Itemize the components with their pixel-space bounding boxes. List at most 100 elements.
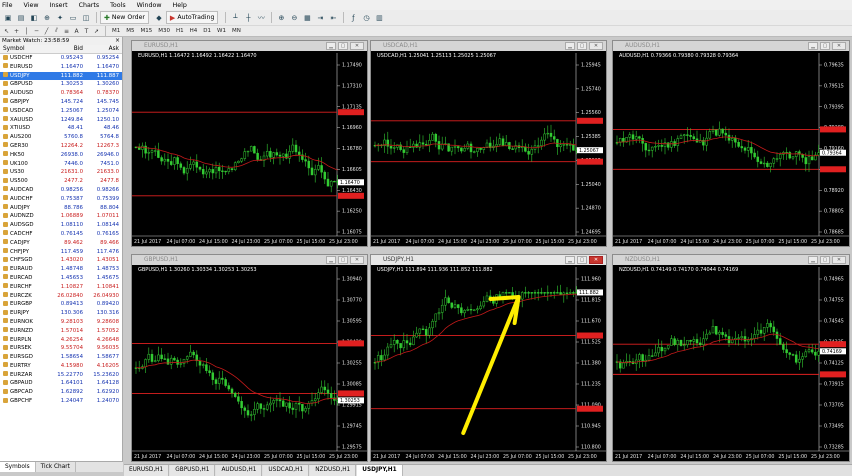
- text-icon[interactable]: A: [72, 27, 81, 36]
- timeframe-m30[interactable]: M30: [155, 28, 173, 34]
- arrow-tool-icon[interactable]: ➚: [92, 27, 101, 36]
- symbol-column-header[interactable]: Symbol: [0, 45, 48, 53]
- maximize-icon[interactable]: ▢: [338, 42, 348, 50]
- tab-tick-chart[interactable]: Tick Chart: [36, 462, 76, 472]
- timeframe-m1[interactable]: M1: [109, 28, 123, 34]
- market-watch-row[interactable]: CADJPY 89.462 89.466: [0, 239, 122, 248]
- market-watch-row[interactable]: GBPUSD 1.30253 1.30260: [0, 80, 122, 89]
- menu-help[interactable]: Help: [173, 2, 187, 9]
- chart-tab[interactable]: NZDUSD,H1: [310, 465, 357, 476]
- close-icon[interactable]: ✕: [589, 42, 603, 50]
- timeframe-mn[interactable]: MN: [229, 28, 244, 34]
- maximize-icon[interactable]: ▢: [338, 256, 348, 264]
- periods-icon[interactable]: ◷: [360, 12, 372, 24]
- zoom-in-icon[interactable]: ⊕: [275, 12, 287, 24]
- auto-scroll-icon[interactable]: ⇥: [314, 12, 326, 24]
- close-icon[interactable]: ✕: [350, 42, 364, 50]
- market-watch-row[interactable]: EURSGD 1.58654 1.58677: [0, 353, 122, 362]
- market-watch-row[interactable]: GER30 12264.2 12267.3: [0, 142, 122, 151]
- market-watch-row[interactable]: EURCZK 26.02840 26.04930: [0, 292, 122, 301]
- minimize-icon[interactable]: ▁: [326, 256, 336, 264]
- chart-window-gbpusd[interactable]: GBPUSD,H1 ▁ ▢ ✕ GBPUSD,H1 1.30260 1.30334 …: [131, 254, 368, 462]
- chart-shift-icon[interactable]: ⇤: [327, 12, 339, 24]
- label-icon[interactable]: T: [82, 27, 91, 36]
- line-chart-icon[interactable]: 〰: [255, 12, 267, 24]
- data-window-icon[interactable]: ⊕: [41, 12, 53, 24]
- market-watch-row[interactable]: USDCAD 1.25067 1.25074: [0, 107, 122, 116]
- indicators-icon[interactable]: ƒ: [347, 12, 359, 24]
- market-watch-row[interactable]: EURSEK 9.55704 9.56035: [0, 344, 122, 353]
- cursor-icon[interactable]: ↖: [2, 27, 11, 36]
- market-watch-row[interactable]: EURNZD 1.57014 1.57052: [0, 327, 122, 336]
- chart-title-bar[interactable]: USDJPY,H1 ▁ ▢ ✕: [371, 255, 606, 265]
- templates-icon[interactable]: ▥: [373, 12, 385, 24]
- close-icon[interactable]: ×: [115, 37, 120, 45]
- maximize-icon[interactable]: ▢: [820, 256, 830, 264]
- market-watch-row[interactable]: AUS200 5760.8 5764.8: [0, 133, 122, 142]
- terminal-icon[interactable]: ▭: [67, 12, 79, 24]
- market-watch-row[interactable]: CHFSGD 1.43020 1.43051: [0, 256, 122, 265]
- market-watch-row[interactable]: USDCHF 0.95243 0.95254: [0, 54, 122, 63]
- chart-tab[interactable]: AUDUSD,H1: [216, 465, 263, 476]
- menu-tools[interactable]: Tools: [110, 2, 126, 9]
- market-watch-row[interactable]: AUDCAD 0.98256 0.98266: [0, 186, 122, 195]
- market-watch-row[interactable]: GBPCHF 1.24047 1.24070: [0, 397, 122, 406]
- minimize-icon[interactable]: ▁: [808, 256, 818, 264]
- tab-symbols[interactable]: Symbols: [0, 462, 36, 472]
- minimize-icon[interactable]: ▁: [808, 42, 818, 50]
- market-watch-row[interactable]: XAUUSD 1249.84 1250.10: [0, 116, 122, 125]
- market-watch-row[interactable]: EURCAD 1.45653 1.45675: [0, 274, 122, 283]
- market-watch-row[interactable]: US30 21631.0 21633.0: [0, 168, 122, 177]
- market-watch-row[interactable]: CADCHF 0.76145 0.76165: [0, 230, 122, 239]
- market-watch-row[interactable]: UK100 7446.0 7451.0: [0, 160, 122, 169]
- bar-chart-icon[interactable]: ┴: [229, 12, 241, 24]
- market-watch-row[interactable]: US500 2477.2 2477.8: [0, 177, 122, 186]
- timeframe-m15[interactable]: M15: [138, 28, 156, 34]
- market-watch-row[interactable]: CHFJPY 117.459 117.476: [0, 248, 122, 257]
- minimize-icon[interactable]: ▁: [565, 42, 575, 50]
- menu-file[interactable]: File: [2, 2, 13, 9]
- market-watch-icon[interactable]: ◧: [28, 12, 40, 24]
- maximize-icon[interactable]: ▢: [577, 256, 587, 264]
- close-icon[interactable]: ✕: [832, 42, 846, 50]
- new-chart-icon[interactable]: ▣: [2, 12, 14, 24]
- minimize-icon[interactable]: ▁: [326, 42, 336, 50]
- fibonacci-icon[interactable]: ≡: [62, 27, 71, 36]
- timeframe-m5[interactable]: M5: [123, 28, 137, 34]
- timeframe-w1[interactable]: W1: [214, 28, 229, 34]
- market-watch-row[interactable]: EURNOK 9.28103 9.28608: [0, 318, 122, 327]
- maximize-icon[interactable]: ▢: [577, 42, 587, 50]
- chart-tab[interactable]: EURUSD,H1: [124, 465, 170, 476]
- zoom-out-icon[interactable]: ⊖: [288, 12, 300, 24]
- market-watch-row[interactable]: AUDCHF 0.75387 0.75399: [0, 195, 122, 204]
- navigator-icon[interactable]: ✦: [54, 12, 66, 24]
- market-watch-row[interactable]: EURUSD 1.16470 1.16470: [0, 63, 122, 72]
- market-watch-row[interactable]: AUDUSD 0.78364 0.78370: [0, 89, 122, 98]
- chart-tab[interactable]: USDJPY,H1: [357, 465, 403, 476]
- market-watch-row[interactable]: AUDNZD 1.06889 1.07011: [0, 212, 122, 221]
- chart-window-usdjpy[interactable]: USDJPY,H1 ▁ ▢ ✕ USDJPY,H1 111.894 111.936 …: [370, 254, 607, 462]
- chart-window-nzdusd[interactable]: NZDUSD,H1 ▁ ▢ ✕ NZDUSD,H1 0.74149 0.74170 …: [612, 254, 850, 462]
- trendline-icon[interactable]: ╱: [42, 27, 51, 36]
- chart-title-bar[interactable]: EURUSD,H1 ▁ ▢ ✕: [132, 41, 367, 51]
- chart-tab[interactable]: USDCAD,H1: [263, 465, 310, 476]
- bid-column-header[interactable]: Bid: [48, 45, 85, 53]
- market-watch-row[interactable]: EURAUD 1.48748 1.48753: [0, 265, 122, 274]
- market-watch-row[interactable]: USDJPY 111.882 111.887: [0, 71, 122, 81]
- market-watch-row[interactable]: EURGBP 0.89413 0.89420: [0, 300, 122, 309]
- channel-icon[interactable]: ⫽: [52, 27, 61, 36]
- market-watch-row[interactable]: EURTRY 4.15980 4.16205: [0, 362, 122, 371]
- close-icon[interactable]: ✕: [832, 256, 846, 264]
- new-order-button[interactable]: ✚ New Order: [100, 11, 149, 24]
- market-watch-row[interactable]: EURZAR 15.22770 15.23620: [0, 371, 122, 380]
- chart-tab[interactable]: GBPUSD,H1: [170, 465, 216, 476]
- chart-title-bar[interactable]: NZDUSD,H1 ▁ ▢ ✕: [613, 255, 849, 265]
- profiles-icon[interactable]: ▤: [15, 12, 27, 24]
- vertical-line-icon[interactable]: │: [22, 27, 31, 36]
- menu-insert[interactable]: Insert: [50, 2, 68, 9]
- metaeditor-icon[interactable]: ◆: [153, 12, 165, 24]
- chart-window-eurusd[interactable]: EURUSD,H1 ▁ ▢ ✕ EURUSD,H1 1.16472 1.16492 …: [131, 40, 368, 247]
- market-watch-row[interactable]: EURJPY 130.306 130.316: [0, 309, 122, 318]
- minimize-icon[interactable]: ▁: [565, 256, 575, 264]
- candlestick-icon[interactable]: ┼: [242, 12, 254, 24]
